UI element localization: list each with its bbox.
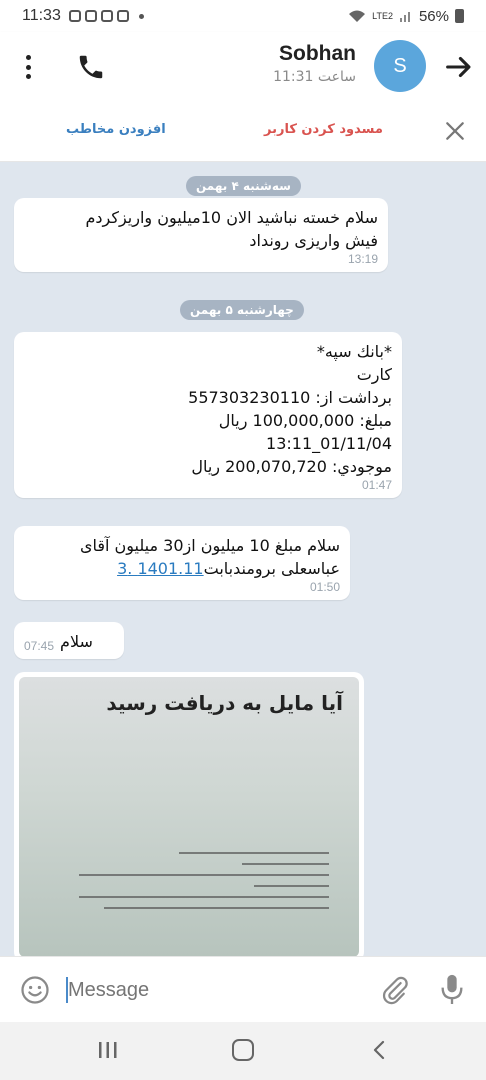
battery-percent: 56% (418, 7, 449, 25)
photo-text-lines (79, 852, 329, 918)
arrow-right-icon[interactable] (442, 50, 476, 84)
notification-icon (84, 10, 97, 22)
emoji-icon[interactable] (20, 975, 50, 1005)
last-seen: ساعت 11:31 (273, 69, 356, 85)
message-text: *بانك سپه* کارت برداشت از: 557303230110 … (188, 342, 392, 476)
notification-icon (116, 10, 129, 22)
message-bubble[interactable]: سلام مبلغ 10 میلیون از30 میلیون آقای عبا… (14, 526, 350, 600)
message-time: 07:45 (24, 639, 55, 653)
message-time: 01:47 (361, 478, 392, 492)
message-link[interactable]: 1401.11 .3 (117, 559, 204, 578)
date-separator: چهارشنبه ۵ بهمن (180, 300, 304, 320)
close-icon[interactable] (444, 120, 466, 142)
back-icon[interactable] (372, 1039, 386, 1061)
notification-icon (68, 10, 81, 22)
message-text: سلام خسته نباشید الان 10میلیون واریزکردم… (85, 208, 378, 250)
message-time: 13:19 (347, 252, 378, 266)
message-bubble[interactable]: *بانك سپه* کارت برداشت از: 557303230110 … (14, 332, 402, 498)
wifi-icon (349, 10, 366, 22)
battery-icon (455, 9, 464, 23)
status-right: LTE2 56% (348, 8, 464, 25)
status-time: 11:33 (22, 7, 61, 24)
photo-message[interactable]: آیا مایل به دریافت رسید (14, 672, 364, 956)
network-label: LTE2 (372, 11, 393, 21)
phone-icon[interactable] (76, 52, 106, 82)
message-bubble[interactable]: سلام خسته نباشید الان 10میلیون واریزکردم… (14, 198, 388, 272)
chat-area[interactable]: سه‌شنبه ۴ بهمن سلام خسته نباشید الان 10م… (0, 162, 486, 956)
notification-icons (68, 10, 144, 22)
signal-icon (399, 12, 410, 22)
chat-header: Sobhan ساعت 11:31 S (0, 32, 486, 102)
status-bar: 11:33 LTE2 56% (0, 0, 486, 32)
more-vert-icon[interactable] (18, 52, 38, 82)
date-separator: سه‌شنبه ۴ بهمن (186, 176, 301, 196)
contact-action-bar: افزودن مخاطب مسدود کردن کاربر (0, 102, 486, 162)
mic-icon[interactable] (438, 972, 466, 1008)
message-input-bar (0, 956, 486, 1022)
system-nav-bar (0, 1022, 486, 1080)
attach-icon[interactable] (380, 973, 410, 1007)
message-text: سلام مبلغ 10 میلیون از30 میلیون آقای عبا… (26, 534, 340, 580)
message-bubble[interactable]: 07:45 سلام (14, 622, 124, 659)
message-input[interactable] (66, 973, 356, 1007)
receipt-photo[interactable]: آیا مایل به دریافت رسید (19, 677, 359, 956)
photo-caption-text: آیا مایل به دریافت رسید (106, 691, 343, 715)
message-text: سلام (60, 632, 93, 651)
recent-apps-icon[interactable] (97, 1040, 119, 1060)
message-time: 01:50 (309, 580, 340, 594)
chat-title-block[interactable]: Sobhan ساعت 11:31 (273, 42, 356, 85)
avatar[interactable]: S (374, 40, 426, 92)
block-user-button[interactable]: مسدود کردن کاربر (264, 122, 383, 137)
home-icon[interactable] (232, 1039, 254, 1061)
more-notifications-dot (138, 13, 144, 19)
contact-name: Sobhan (279, 42, 356, 65)
add-contact-button[interactable]: افزودن مخاطب (66, 122, 166, 137)
notification-icon (100, 10, 113, 22)
